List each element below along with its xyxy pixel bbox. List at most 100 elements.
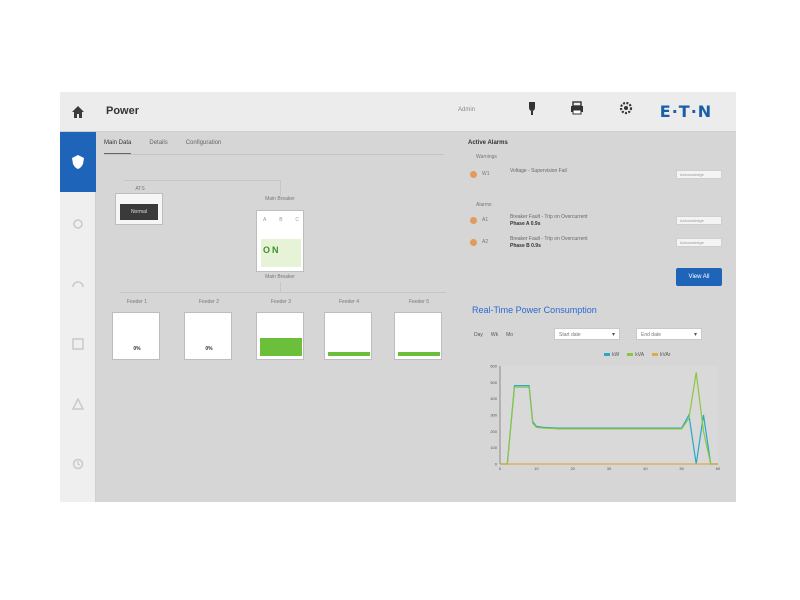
gear-icon: [619, 101, 633, 115]
y-tick-label: 300: [490, 413, 497, 418]
shield-icon: [72, 155, 84, 169]
chart-plot-area: [500, 366, 718, 464]
y-tick-label: 200: [490, 429, 497, 434]
x-tick-label: 50: [679, 466, 684, 471]
tab-divider: [104, 154, 444, 155]
legend-item[interactable]: kW: [604, 352, 619, 358]
side-rail: [60, 132, 96, 502]
breaker-phase-c: C: [295, 217, 299, 223]
bus-line-drop: [280, 180, 281, 196]
alarm-code: W1: [482, 171, 490, 177]
acknowledge-input[interactable]: Acknowledge: [676, 170, 722, 179]
rail-item-meter[interactable]: [70, 276, 86, 292]
alarm-description: Voltage - Supervision Fail: [510, 168, 567, 174]
feeder-meter[interactable]: Feeder 2 0%: [184, 299, 232, 360]
feeder-meter[interactable]: Feeder 5: [394, 299, 442, 360]
x-tick-label: 30: [607, 466, 612, 471]
x-tick-label: 10: [534, 466, 539, 471]
source-block[interactable]: ATS Normal: [115, 186, 163, 225]
settings-button[interactable]: [612, 100, 640, 126]
start-date-value: Start date: [559, 332, 581, 338]
settings-icon: [73, 219, 83, 229]
alarm-row[interactable]: W1 Voltage - Supervision Fail Acknowledg…: [470, 168, 722, 182]
alarm-icon: [72, 398, 84, 410]
plug-button[interactable]: [518, 100, 546, 126]
legend-item[interactable]: kVA: [627, 352, 644, 358]
alarm-row[interactable]: A2 Breaker Fault - Trip on Overcurrent Ph…: [470, 236, 722, 250]
chevron-down-icon: ▾: [611, 332, 615, 338]
breaker-phase-b: B: [279, 217, 283, 223]
tab-configuration[interactable]: Configuration: [186, 140, 222, 154]
range-month-button[interactable]: Mo: [506, 332, 513, 338]
breaker-status: ON: [263, 245, 281, 255]
alarm-group-warnings: Warnings: [476, 154, 497, 160]
feeder-level-fill: [260, 338, 302, 356]
end-date-dropdown[interactable]: End date ▾: [636, 328, 702, 340]
main-breaker[interactable]: A B C ON: [256, 210, 304, 272]
breaker-phase-a: A: [263, 217, 267, 223]
end-date-value: End date: [641, 332, 662, 338]
y-tick-label: 0: [495, 462, 498, 467]
meter-icon: [72, 281, 84, 288]
alarm-dot-icon: [470, 239, 477, 246]
chart-legend: kW kVA kVAr: [604, 352, 671, 358]
plug-icon: [529, 102, 535, 115]
feeder-label: Feeder 5: [408, 299, 429, 305]
feeder-value: 0%: [205, 346, 213, 352]
feeder-meter[interactable]: Feeder 1 0%: [112, 299, 160, 360]
page-title: Power: [106, 105, 140, 117]
legend-item[interactable]: kVAr: [652, 352, 671, 358]
rail-item-grid[interactable]: [70, 336, 86, 352]
feeder-value: 0%: [133, 346, 141, 352]
y-tick-label: 600: [490, 364, 497, 369]
eaton-logo: E·T·N: [659, 101, 713, 121]
y-tick-label: 500: [490, 380, 497, 385]
rail-item-history[interactable]: [70, 456, 86, 472]
feeder-label: Feeder 4: [338, 299, 359, 305]
print-button[interactable]: [563, 100, 591, 126]
feeder-level-fill: [398, 352, 440, 356]
chart-title: Real-Time Power Consumption: [472, 305, 597, 315]
power-chart[interactable]: 0 100 200 300 400 500 600 0 10 20 30 40 50 60: [470, 360, 726, 476]
alarm-group-alarms: Alarms: [476, 202, 492, 208]
bus-line-main: [120, 292, 446, 293]
header-bar: Power Admin E·T·N: [60, 92, 736, 132]
feeder-meter[interactable]: Feeder 4: [324, 299, 372, 360]
rail-item-settings[interactable]: [70, 216, 86, 232]
rail-item-active[interactable]: [60, 132, 96, 192]
alarm-row[interactable]: A1 Breaker Fault - Trip on Overcurrent Ph…: [470, 214, 722, 228]
x-tick-label: 60: [716, 466, 721, 471]
view-all-button[interactable]: View All: [676, 268, 722, 286]
history-icon: [72, 458, 84, 470]
alarm-description: Breaker Fault - Trip on Overcurrent Phase…: [510, 214, 588, 227]
tab-main-data[interactable]: Main Data: [104, 140, 132, 154]
home-button[interactable]: [66, 100, 90, 124]
home-icon: [72, 106, 84, 118]
grid-icon: [72, 338, 84, 350]
start-date-dropdown[interactable]: Start date ▾: [554, 328, 620, 340]
acknowledge-input[interactable]: Acknowledge: [676, 238, 722, 247]
alarms-title: Active Alarms: [468, 140, 508, 146]
tab-details[interactable]: Details: [149, 140, 167, 154]
range-week-button[interactable]: Wk: [491, 332, 498, 338]
print-icon: [571, 101, 583, 115]
rail-item-alarm[interactable]: [70, 396, 86, 412]
feeder-level-fill: [328, 352, 370, 356]
x-tick-label: 20: [570, 466, 575, 471]
tab-bar: Main Data Details Configuration: [104, 140, 221, 154]
feeder-meter[interactable]: Feeder 3: [256, 299, 304, 360]
x-tick-label: 40: [643, 466, 648, 471]
bus-line-riser: [280, 282, 281, 292]
acknowledge-input[interactable]: Acknowledge: [676, 216, 722, 225]
alarm-description: Breaker Fault - Trip on Overcurrent Phase…: [510, 236, 588, 249]
range-day-button[interactable]: Day: [474, 332, 483, 338]
app-window: Power Admin E·T·N Main Data Details Conf…: [60, 92, 736, 502]
alarm-code: A1: [482, 217, 489, 223]
chevron-down-icon: ▾: [693, 332, 697, 338]
user-label[interactable]: Admin: [458, 107, 475, 113]
feeder-label: Feeder 3: [270, 299, 291, 305]
warning-dot-icon: [470, 171, 477, 178]
feeder-label: Feeder 1: [126, 299, 147, 305]
bus-line-top: [124, 180, 280, 181]
y-tick-label: 400: [490, 396, 497, 401]
